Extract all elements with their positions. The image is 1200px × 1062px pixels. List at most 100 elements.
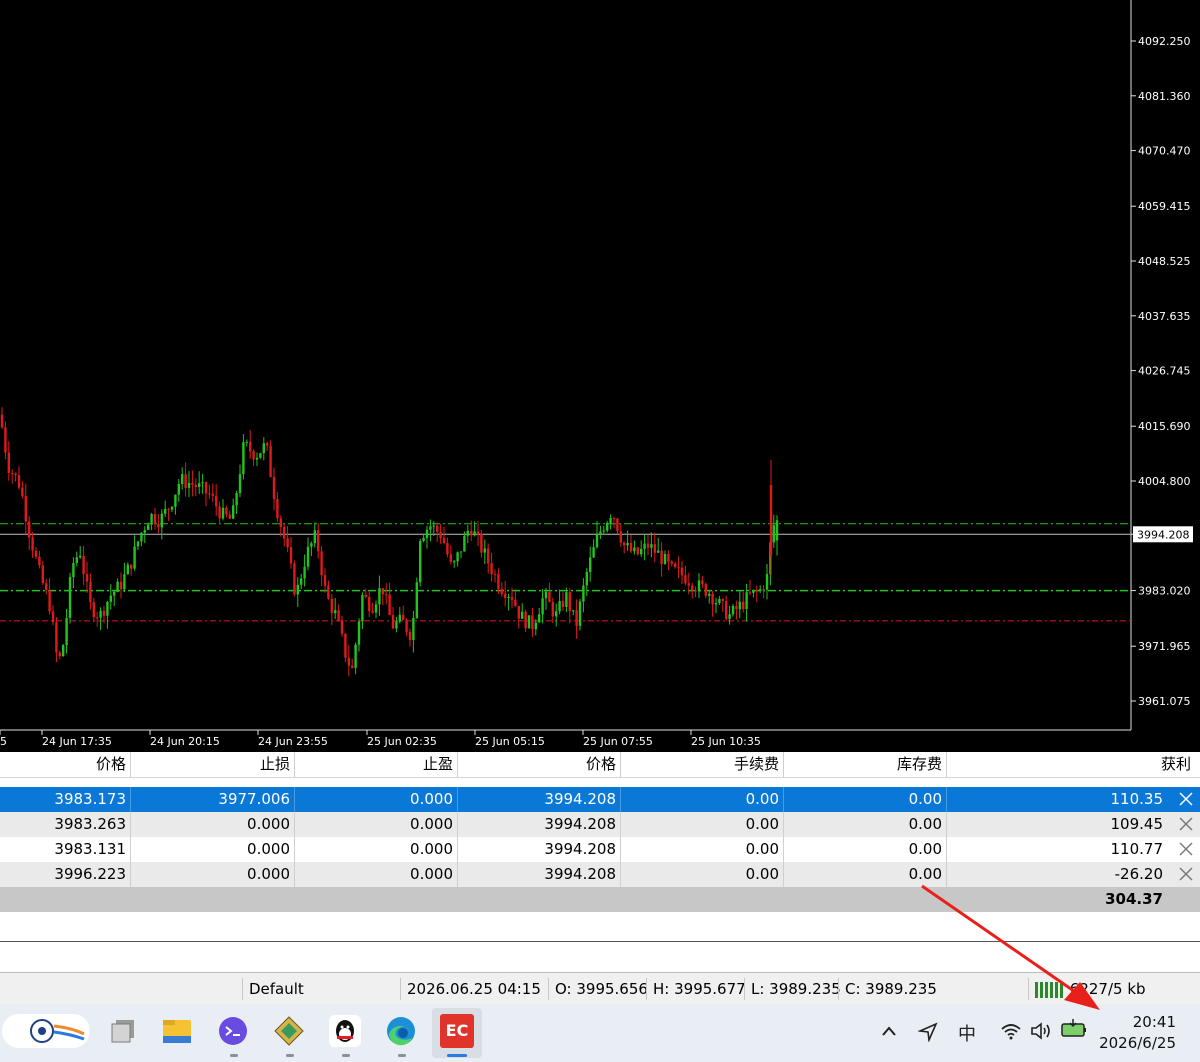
candle-body	[663, 553, 667, 564]
candle-body	[748, 592, 752, 594]
candle-body	[762, 589, 765, 591]
wifi-icon[interactable]	[1000, 1022, 1022, 1045]
candle-body	[62, 645, 65, 657]
candle-body	[259, 453, 262, 458]
candle-body	[752, 589, 755, 593]
time-axis-label: 24 Jun 17:35	[42, 735, 112, 748]
status-datetime: 2026.06.25 04:15	[400, 978, 547, 1000]
candle-body	[708, 593, 711, 596]
chart-canvas[interactable]: 4092.250 4081.360 4070.470 4059.415 4048.525…	[0, 0, 1200, 752]
row-open-price: 3983.131	[0, 837, 131, 862]
candle-body	[354, 644, 357, 668]
table-row[interactable]: 3983.263 0.000 0.000 3994.208 0.00 0.00 109.45	[0, 812, 1200, 837]
candle-body	[473, 531, 476, 536]
table-row[interactable]: 3983.131 0.000 0.000 3994.208 0.00 0.00 110.77	[0, 837, 1200, 862]
column-header-stop-loss[interactable]: 止损	[131, 752, 295, 777]
candle-body	[626, 542, 629, 546]
battery-charging-icon[interactable]	[1060, 1018, 1088, 1045]
candle-body	[167, 508, 170, 510]
windows-taskbar: EC 中 20:41 2026/6/25	[0, 1004, 1200, 1062]
candle-body	[293, 563, 296, 595]
price-chart[interactable]: 4092.250 4081.360 4070.470 4059.415 4048.525…	[0, 0, 1200, 752]
candle-body	[405, 619, 408, 632]
candle-body	[225, 507, 228, 515]
task-view-icon[interactable]	[106, 1014, 140, 1048]
candle-body	[320, 551, 323, 576]
game-app-icon[interactable]	[272, 1014, 306, 1048]
candle-body	[551, 602, 554, 617]
status-profile[interactable]: Default	[242, 978, 399, 1000]
close-position-icon[interactable]	[1178, 866, 1194, 882]
candle-body	[650, 544, 653, 548]
soccer-app-icon[interactable]	[2, 1014, 90, 1048]
candle-body	[177, 483, 180, 495]
qq-icon[interactable]	[328, 1014, 362, 1048]
column-header-take-profit[interactable]: 止盈	[295, 752, 458, 777]
candle-body	[130, 564, 133, 569]
panel-divider	[0, 941, 1200, 942]
location-arrow-icon[interactable]	[917, 1022, 938, 1047]
candle-body	[487, 548, 490, 564]
show-hidden-icons-chevron-up-icon[interactable]	[880, 1022, 898, 1045]
candle-body	[109, 595, 112, 602]
candle-body	[531, 615, 534, 630]
edge-browser-icon[interactable]	[384, 1014, 418, 1048]
candle-body	[296, 584, 299, 595]
running-indicator	[286, 1054, 294, 1057]
status-traffic: 6227/5 kb	[1028, 978, 1195, 1000]
close-position-icon[interactable]	[1178, 816, 1194, 832]
candle-body	[629, 542, 633, 552]
candle-body	[429, 526, 432, 530]
column-header-swap[interactable]: 库存费	[784, 752, 947, 777]
table-row[interactable]: 3996.223 0.000 0.000 3994.208 0.00 0.00 -26.20	[0, 862, 1200, 887]
price-axis-label: 4004.800	[1138, 475, 1191, 488]
ec-trading-app-icon[interactable]: EC	[440, 1014, 474, 1048]
candle-body	[215, 495, 218, 507]
column-header-commission[interactable]: 手续费	[621, 752, 784, 777]
terminal-app-icon[interactable]	[216, 1014, 250, 1048]
close-position-icon[interactable]	[1178, 841, 1194, 857]
column-header-current-price[interactable]: 价格	[458, 752, 621, 777]
candle-body	[82, 555, 85, 575]
candle-body	[493, 574, 497, 576]
candle-body	[701, 580, 704, 585]
traffic-value: 6227/5 kb	[1069, 980, 1146, 998]
candle-body	[262, 443, 265, 454]
row-profit: 109.45	[1110, 815, 1164, 833]
row-current-price: 3994.208	[458, 837, 621, 862]
candle-body	[133, 546, 136, 569]
column-header-open-price[interactable]: 价格	[0, 752, 131, 777]
candle-body	[585, 571, 588, 586]
candle-body	[759, 589, 762, 592]
volume-icon[interactable]	[1030, 1022, 1052, 1045]
candle-body	[313, 530, 316, 544]
total-profit: 304.37	[1105, 890, 1163, 908]
candle-body	[470, 530, 473, 536]
file-explorer-icon[interactable]	[160, 1014, 194, 1048]
candle-body	[640, 548, 643, 555]
candle-body	[755, 589, 758, 592]
ime-indicator[interactable]: 中	[958, 1020, 976, 1046]
table-header-row: 价格 止损 止盈 价格 手续费 库存费 获利	[0, 752, 1200, 778]
close-position-icon[interactable]	[1178, 791, 1194, 807]
candle-body	[381, 588, 384, 595]
candle-body	[548, 591, 551, 603]
system-clock[interactable]: 20:41 2026/6/25	[1099, 1012, 1176, 1054]
row-stop-loss: 3977.006	[131, 787, 295, 812]
table-row[interactable]: 3983.173 3977.006 0.000 3994.208 0.00 0.00 110…	[0, 787, 1200, 812]
candle-body	[765, 574, 769, 590]
column-header-profit[interactable]: 获利	[947, 752, 1195, 777]
candle-body	[711, 593, 714, 605]
candle-body	[187, 483, 191, 488]
price-axis-label: 4037.635	[1138, 310, 1191, 323]
row-stop-loss: 0.000	[131, 837, 295, 862]
candle-body	[534, 622, 537, 630]
candle-body	[432, 525, 435, 527]
row-take-profit: 0.000	[295, 812, 458, 837]
candle-body	[249, 441, 252, 452]
candle-body	[245, 441, 248, 443]
candle-body	[160, 513, 163, 528]
candle-body	[164, 508, 167, 514]
candle-body	[568, 592, 571, 612]
candle-body	[323, 575, 327, 586]
